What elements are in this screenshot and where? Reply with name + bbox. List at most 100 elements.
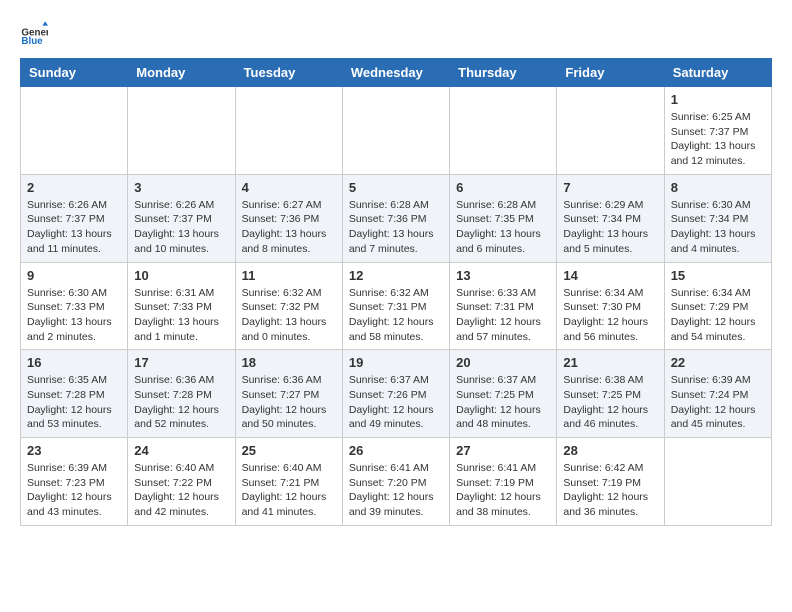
- day-info: Sunrise: 6:26 AM Sunset: 7:37 PM Dayligh…: [134, 198, 228, 257]
- calendar-cell: 3 Sunrise: 6:26 AM Sunset: 7:37 PM Daylig…: [128, 174, 235, 262]
- day-number: 3: [134, 180, 228, 195]
- calendar-cell: 2 Sunrise: 6:26 AM Sunset: 7:37 PM Daylig…: [21, 174, 128, 262]
- day-info: Sunrise: 6:34 AM Sunset: 7:30 PM Dayligh…: [563, 286, 657, 345]
- calendar-cell: 17 Sunrise: 6:36 AM Sunset: 7:28 PM Dayli…: [128, 350, 235, 438]
- calendar-cell: [21, 87, 128, 175]
- day-number: 8: [671, 180, 765, 195]
- day-number: 10: [134, 268, 228, 283]
- calendar-header-monday: Monday: [128, 59, 235, 87]
- calendar-header-saturday: Saturday: [664, 59, 771, 87]
- calendar-cell: 19 Sunrise: 6:37 AM Sunset: 7:26 PM Dayli…: [342, 350, 449, 438]
- calendar-cell: 25 Sunrise: 6:40 AM Sunset: 7:21 PM Dayli…: [235, 438, 342, 526]
- day-info: Sunrise: 6:27 AM Sunset: 7:36 PM Dayligh…: [242, 198, 336, 257]
- calendar-cell: 11 Sunrise: 6:32 AM Sunset: 7:32 PM Dayli…: [235, 262, 342, 350]
- day-number: 11: [242, 268, 336, 283]
- day-info: Sunrise: 6:37 AM Sunset: 7:26 PM Dayligh…: [349, 373, 443, 432]
- calendar-cell: 12 Sunrise: 6:32 AM Sunset: 7:31 PM Dayli…: [342, 262, 449, 350]
- day-info: Sunrise: 6:40 AM Sunset: 7:21 PM Dayligh…: [242, 461, 336, 520]
- calendar-cell: [235, 87, 342, 175]
- day-number: 25: [242, 443, 336, 458]
- day-info: Sunrise: 6:26 AM Sunset: 7:37 PM Dayligh…: [27, 198, 121, 257]
- day-number: 5: [349, 180, 443, 195]
- calendar-cell: 22 Sunrise: 6:39 AM Sunset: 7:24 PM Dayli…: [664, 350, 771, 438]
- day-number: 24: [134, 443, 228, 458]
- calendar-cell: 6Sunrise: 6:28 AM Sunset: 7:35 PM Daylig…: [450, 174, 557, 262]
- day-number: 17: [134, 355, 228, 370]
- day-info: Sunrise: 6:31 AM Sunset: 7:33 PM Dayligh…: [134, 286, 228, 345]
- svg-text:Blue: Blue: [21, 36, 43, 47]
- logo-icon: General Blue: [20, 20, 48, 48]
- calendar-cell: 13 Sunrise: 6:33 AM Sunset: 7:31 PM Dayli…: [450, 262, 557, 350]
- day-number: 16: [27, 355, 121, 370]
- day-info: Sunrise: 6:41 AM Sunset: 7:20 PM Dayligh…: [349, 461, 443, 520]
- calendar-table: SundayMondayTuesdayWednesdayThursdayFrid…: [20, 58, 772, 526]
- calendar-cell: 24 Sunrise: 6:40 AM Sunset: 7:22 PM Dayli…: [128, 438, 235, 526]
- calendar-cell: [450, 87, 557, 175]
- calendar-week-1: 1 Sunrise: 6:25 AM Sunset: 7:37 PM Daylig…: [21, 87, 772, 175]
- day-info: Sunrise: 6:32 AM Sunset: 7:31 PM Dayligh…: [349, 286, 443, 345]
- day-info: Sunrise: 6:40 AM Sunset: 7:22 PM Dayligh…: [134, 461, 228, 520]
- calendar-cell: 4 Sunrise: 6:27 AM Sunset: 7:36 PM Daylig…: [235, 174, 342, 262]
- day-info: Sunrise: 6:34 AM Sunset: 7:29 PM Dayligh…: [671, 286, 765, 345]
- day-number: 21: [563, 355, 657, 370]
- calendar-cell: [342, 87, 449, 175]
- calendar-cell: 5 Sunrise: 6:28 AM Sunset: 7:36 PM Daylig…: [342, 174, 449, 262]
- day-info: Sunrise: 6:30 AM Sunset: 7:33 PM Dayligh…: [27, 286, 121, 345]
- day-number: 19: [349, 355, 443, 370]
- calendar-cell: [128, 87, 235, 175]
- day-number: 15: [671, 268, 765, 283]
- calendar-cell: 8 Sunrise: 6:30 AM Sunset: 7:34 PM Daylig…: [664, 174, 771, 262]
- day-number: 13: [456, 268, 550, 283]
- day-number: 9: [27, 268, 121, 283]
- calendar-cell: [557, 87, 664, 175]
- calendar-week-3: 9 Sunrise: 6:30 AM Sunset: 7:33 PM Daylig…: [21, 262, 772, 350]
- day-number: 4: [242, 180, 336, 195]
- calendar-header-friday: Friday: [557, 59, 664, 87]
- day-info: Sunrise: 6:39 AM Sunset: 7:24 PM Dayligh…: [671, 373, 765, 432]
- day-number: 28: [563, 443, 657, 458]
- day-info: Sunrise: 6:25 AM Sunset: 7:37 PM Dayligh…: [671, 110, 765, 169]
- day-info: Sunrise: 6:32 AM Sunset: 7:32 PM Dayligh…: [242, 286, 336, 345]
- day-number: 20: [456, 355, 550, 370]
- calendar-cell: 28Sunrise: 6:42 AM Sunset: 7:19 PM Dayli…: [557, 438, 664, 526]
- day-number: 23: [27, 443, 121, 458]
- day-info: Sunrise: 6:38 AM Sunset: 7:25 PM Dayligh…: [563, 373, 657, 432]
- calendar-cell: 26Sunrise: 6:41 AM Sunset: 7:20 PM Dayli…: [342, 438, 449, 526]
- calendar-cell: 14 Sunrise: 6:34 AM Sunset: 7:30 PM Dayli…: [557, 262, 664, 350]
- day-number: 1: [671, 92, 765, 107]
- calendar-week-4: 16 Sunrise: 6:35 AM Sunset: 7:28 PM Dayli…: [21, 350, 772, 438]
- day-number: 22: [671, 355, 765, 370]
- calendar-header-sunday: Sunday: [21, 59, 128, 87]
- day-number: 7: [563, 180, 657, 195]
- day-info: Sunrise: 6:41 AM Sunset: 7:19 PM Dayligh…: [456, 461, 550, 520]
- calendar-cell: 10 Sunrise: 6:31 AM Sunset: 7:33 PM Dayli…: [128, 262, 235, 350]
- day-info: Sunrise: 6:33 AM Sunset: 7:31 PM Dayligh…: [456, 286, 550, 345]
- day-info: Sunrise: 6:39 AM Sunset: 7:23 PM Dayligh…: [27, 461, 121, 520]
- calendar-cell: 18Sunrise: 6:36 AM Sunset: 7:27 PM Dayli…: [235, 350, 342, 438]
- calendar-cell: 7 Sunrise: 6:29 AM Sunset: 7:34 PM Daylig…: [557, 174, 664, 262]
- calendar-cell: [664, 438, 771, 526]
- day-info: Sunrise: 6:28 AM Sunset: 7:35 PM Dayligh…: [456, 198, 550, 257]
- day-info: Sunrise: 6:29 AM Sunset: 7:34 PM Dayligh…: [563, 198, 657, 257]
- day-number: 12: [349, 268, 443, 283]
- calendar-week-2: 2 Sunrise: 6:26 AM Sunset: 7:37 PM Daylig…: [21, 174, 772, 262]
- calendar-cell: 20Sunrise: 6:37 AM Sunset: 7:25 PM Dayli…: [450, 350, 557, 438]
- calendar-header-tuesday: Tuesday: [235, 59, 342, 87]
- calendar-cell: 1 Sunrise: 6:25 AM Sunset: 7:37 PM Daylig…: [664, 87, 771, 175]
- calendar-week-5: 23 Sunrise: 6:39 AM Sunset: 7:23 PM Dayli…: [21, 438, 772, 526]
- calendar-cell: 21 Sunrise: 6:38 AM Sunset: 7:25 PM Dayli…: [557, 350, 664, 438]
- calendar-cell: 27 Sunrise: 6:41 AM Sunset: 7:19 PM Dayli…: [450, 438, 557, 526]
- day-info: Sunrise: 6:28 AM Sunset: 7:36 PM Dayligh…: [349, 198, 443, 257]
- day-info: Sunrise: 6:36 AM Sunset: 7:28 PM Dayligh…: [134, 373, 228, 432]
- day-number: 2: [27, 180, 121, 195]
- calendar-cell: 15 Sunrise: 6:34 AM Sunset: 7:29 PM Dayli…: [664, 262, 771, 350]
- day-number: 27: [456, 443, 550, 458]
- calendar-header-row: SundayMondayTuesdayWednesdayThursdayFrid…: [21, 59, 772, 87]
- calendar-cell: 23 Sunrise: 6:39 AM Sunset: 7:23 PM Dayli…: [21, 438, 128, 526]
- header: General Blue: [20, 20, 772, 48]
- day-info: Sunrise: 6:36 AM Sunset: 7:27 PM Dayligh…: [242, 373, 336, 432]
- day-info: Sunrise: 6:35 AM Sunset: 7:28 PM Dayligh…: [27, 373, 121, 432]
- day-info: Sunrise: 6:30 AM Sunset: 7:34 PM Dayligh…: [671, 198, 765, 257]
- calendar-header-thursday: Thursday: [450, 59, 557, 87]
- day-number: 14: [563, 268, 657, 283]
